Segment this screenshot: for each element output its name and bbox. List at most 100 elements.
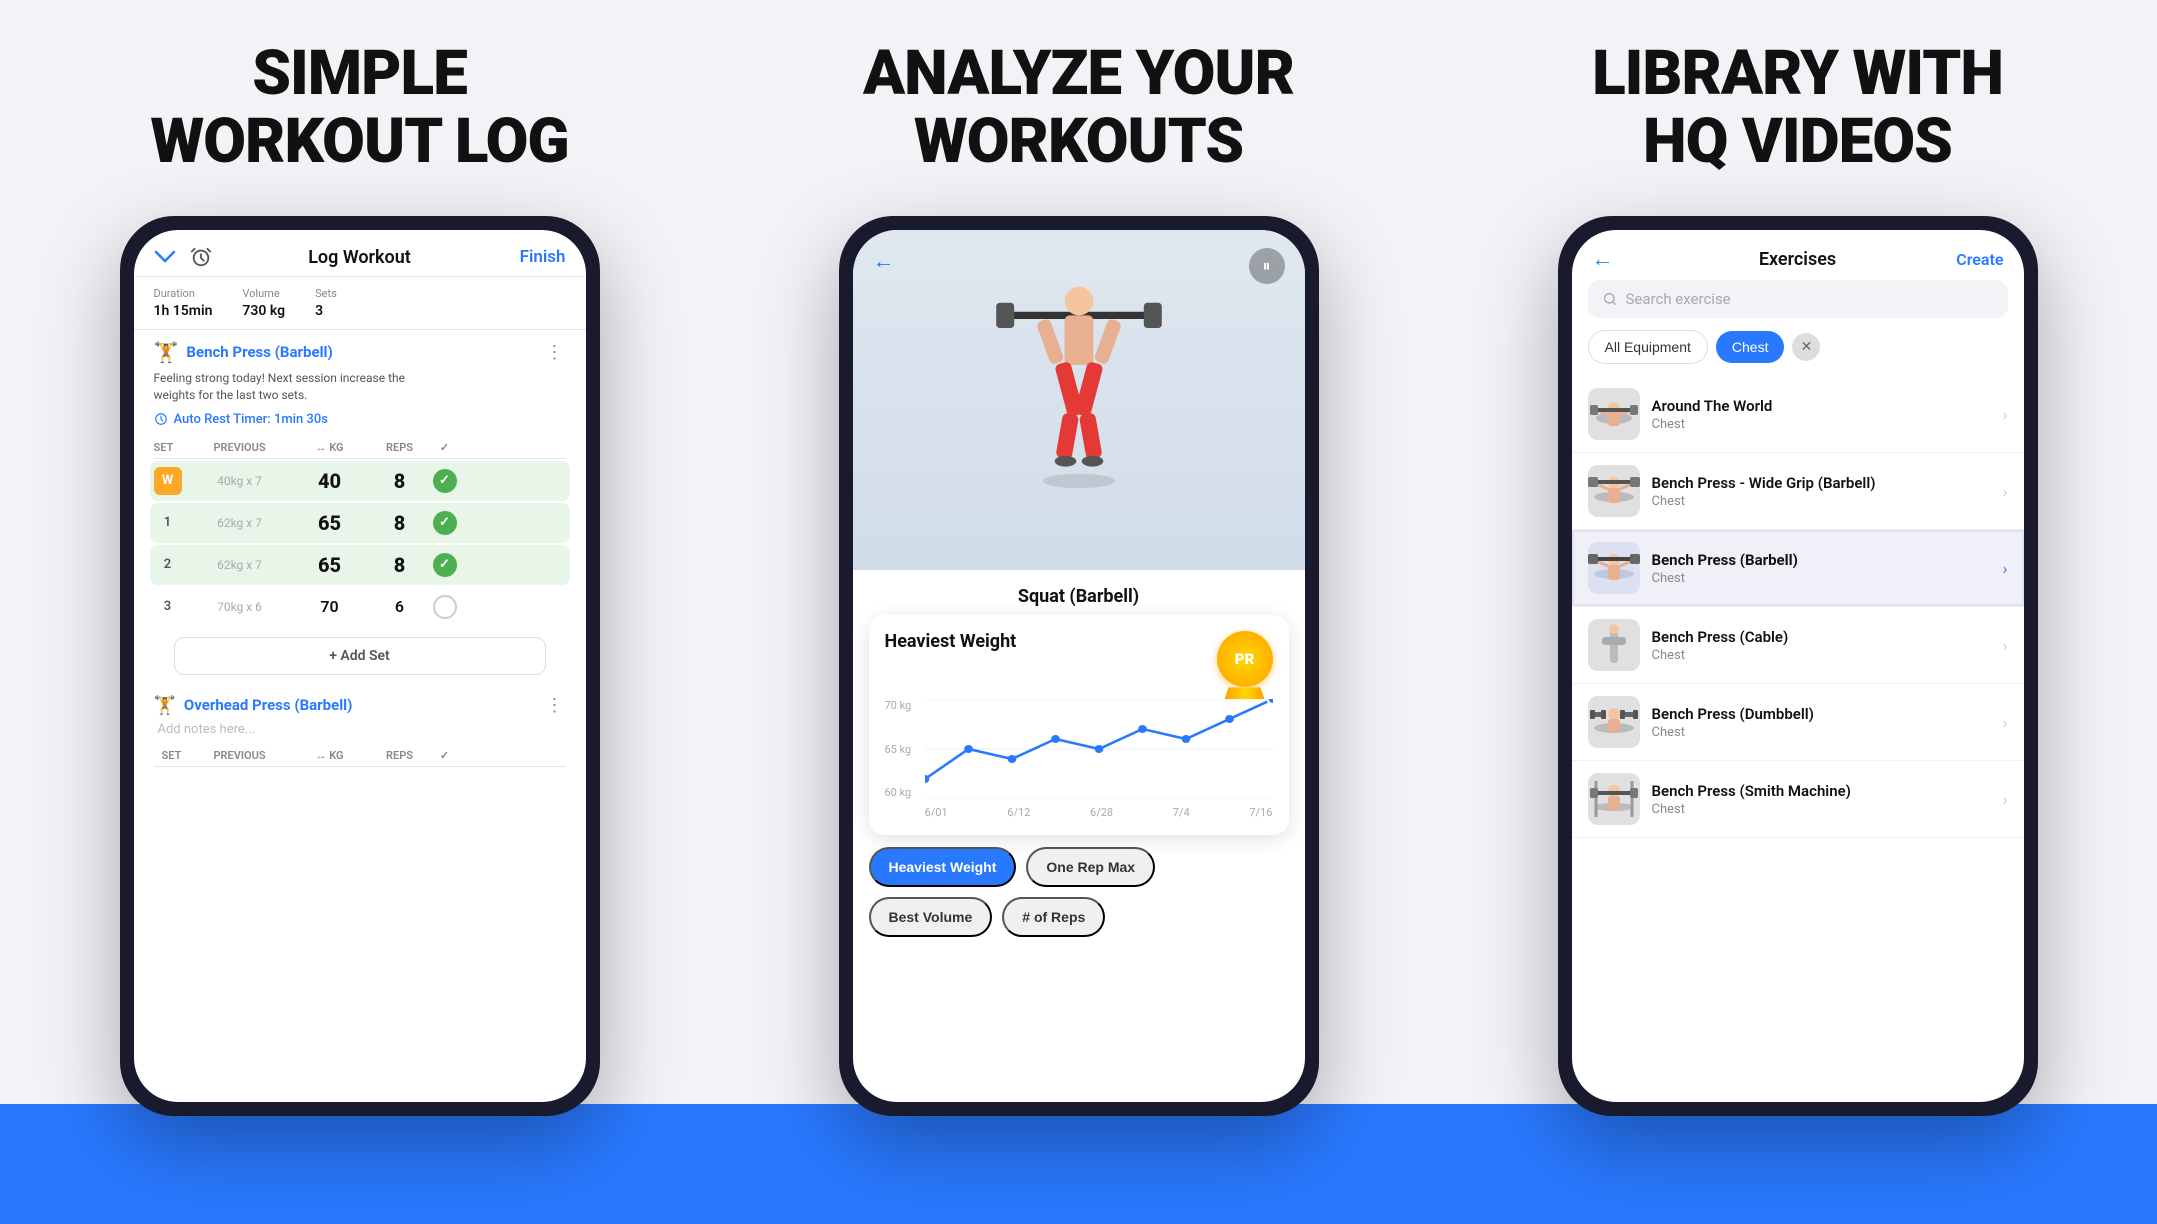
set-label-w: W — [154, 467, 182, 495]
metric-btn-reps[interactable]: # of Reps — [1002, 897, 1105, 937]
exercise2-menu-icon[interactable]: ⋮ — [546, 695, 566, 716]
set-check-w[interactable] — [433, 469, 457, 493]
set-check-1[interactable] — [433, 511, 457, 535]
set-kg-1[interactable]: 65 — [290, 511, 370, 535]
panel1-title: SIMPLEWORKOUT LOG — [150, 40, 568, 176]
filter-all-equipment[interactable]: All Equipment — [1588, 330, 1708, 364]
set-label-3: 3 — [154, 593, 182, 621]
chart-svg-area — [925, 699, 1273, 799]
exercise-around-world-title: Around The World — [1652, 397, 2003, 415]
sets-value: 3 — [315, 303, 323, 319]
set-prev-3: 70kg x 6 — [190, 600, 290, 614]
phone-frame-2: ← ⏸ — [839, 216, 1319, 1116]
analyze-back-arrow[interactable]: ← — [873, 248, 895, 274]
list-item[interactable]: Bench Press (Cable) Chest › — [1572, 607, 2024, 684]
rest-timer-text: Auto Rest Timer: 1min 30s — [174, 412, 328, 427]
bench-dumbbell-thumb — [1588, 696, 1640, 748]
list-item[interactable]: Bench Press (Dumbbell) Chest › — [1572, 684, 2024, 761]
exercise-info-bench-barbell: Bench Press (Barbell) Chest — [1652, 551, 2003, 586]
exercise-bench-dumbbell-title: Bench Press (Dumbbell) — [1652, 705, 2003, 723]
metric-buttons: Heaviest Weight One Rep Max Best Volume … — [853, 835, 1305, 949]
panel3-title: LIBRARY WITHHQ VIDEOS — [1592, 40, 2003, 176]
chart-y-labels: 70 kg 65 kg 60 kg — [885, 699, 912, 799]
search-placeholder: Search exercise — [1626, 290, 1731, 308]
col-prev-label: PREVIOUS — [190, 441, 290, 454]
y-label-60: 60 kg — [885, 786, 912, 799]
pr-label: PR — [1235, 650, 1255, 668]
alarm-icon[interactable] — [190, 246, 212, 268]
chart-area: 70 kg 65 kg 60 kg — [885, 699, 1273, 819]
set-kg-2[interactable]: 65 — [290, 553, 370, 577]
metric-btn-bestvolume[interactable]: Best Volume — [869, 897, 993, 937]
exercise2-note-placeholder[interactable]: Add notes here... — [154, 722, 566, 737]
search-icon — [1602, 291, 1618, 307]
chevron-down-icon[interactable] — [154, 250, 176, 264]
log-workout-title: Log Workout — [308, 247, 411, 268]
filter-row: All Equipment Chest ✕ — [1572, 330, 2024, 376]
log-header: Log Workout Finish — [134, 230, 586, 277]
exercise-thumb-bench-smith — [1588, 773, 1640, 825]
phone-screen-2: ← ⏸ — [853, 230, 1305, 1102]
set-row-w: W 40kg x 7 40 8 — [150, 461, 570, 501]
list-item[interactable]: Bench Press - Wide Grip (Barbell) Chest … — [1572, 453, 2024, 530]
x-label-601: 6/01 — [925, 806, 948, 819]
set-reps-3[interactable]: 6 — [370, 597, 430, 616]
col-kg-label: ↔ KG — [290, 441, 370, 454]
exercise2-title[interactable]: Overhead Press (Barbell) — [184, 696, 352, 714]
chevron-right-icon: › — [2003, 405, 2008, 424]
exercise1-menu-icon[interactable]: ⋮ — [546, 342, 566, 363]
volume-value: 730 kg — [242, 303, 285, 319]
set-check-2[interactable] — [433, 553, 457, 577]
chevron-right-icon: › — [2003, 636, 2008, 655]
pause-button[interactable]: ⏸ — [1249, 248, 1285, 284]
search-bar[interactable]: Search exercise — [1588, 280, 2008, 318]
finish-button[interactable]: Finish — [520, 247, 566, 267]
library-back-arrow[interactable]: ← — [1592, 246, 1614, 272]
set-check-3[interactable] — [433, 595, 457, 619]
exercise-bench-cable-sub: Chest — [1652, 648, 2003, 663]
chevron-right-icon: › — [2003, 790, 2008, 809]
exercise1-name-left: 🏋️ Bench Press (Barbell) — [154, 340, 333, 364]
set-kg-w[interactable]: 40 — [290, 469, 370, 493]
set-kg-3[interactable]: 70 — [290, 597, 370, 616]
chevron-right-icon: › — [2003, 713, 2008, 732]
exercise1-section: 🏋️ Bench Press (Barbell) ⋮ Feeling stron… — [134, 330, 586, 685]
list-item[interactable]: Around The World Chest › — [1572, 376, 2024, 453]
chevron-right-icon: › — [2003, 482, 2008, 501]
exercise-info-bench-wide: Bench Press - Wide Grip (Barbell) Chest — [1652, 474, 2003, 509]
metric-btn-onerepmax[interactable]: One Rep Max — [1026, 847, 1155, 887]
overhead-press-icon: 🏋️ — [154, 695, 176, 716]
chart-header: Heaviest Weight PR — [885, 631, 1273, 687]
exercise-info-around-world: Around The World Chest — [1652, 397, 2003, 432]
filter-close-button[interactable]: ✕ — [1792, 333, 1820, 361]
volume-label: Volume — [242, 287, 285, 300]
library-header: ← Exercises Create — [1572, 230, 2024, 280]
exercise2-name-left: 🏋️ Overhead Press (Barbell) — [154, 695, 353, 716]
y-label-70: 70 kg — [885, 699, 912, 712]
add-set-button[interactable]: + Add Set — [174, 637, 546, 675]
list-item[interactable]: Bench Press (Barbell) Chest › — [1572, 530, 2024, 607]
log-stats: Duration 1h 15min Volume 730 kg Sets 3 — [134, 277, 586, 330]
exercise2-section: 🏋️ Overhead Press (Barbell) ⋮ Add notes … — [134, 685, 586, 767]
phone-frame-1: Log Workout Finish Duration 1h 15min Vol… — [120, 216, 600, 1116]
blue-bar-2 — [719, 1104, 1438, 1224]
chart-x-labels: 6/01 6/12 6/28 7/4 7/16 — [925, 806, 1273, 819]
list-item[interactable]: Bench Press (Smith Machine) Chest › — [1572, 761, 2024, 838]
bench-cable-thumb — [1588, 619, 1640, 671]
filter-chest[interactable]: Chest — [1716, 331, 1785, 363]
chart-title: Heaviest Weight — [885, 631, 1017, 652]
exercise-bench-wide-title: Bench Press - Wide Grip (Barbell) — [1652, 474, 2003, 492]
analyze-exercise-area: ← ⏸ — [853, 230, 1305, 570]
exercise-thumb-bench-barbell — [1588, 542, 1640, 594]
set-reps-w[interactable]: 8 — [370, 469, 430, 493]
exercise1-title[interactable]: Bench Press (Barbell) — [186, 343, 332, 361]
exercise-figure-svg — [989, 250, 1169, 550]
exercise-thumb-around-world — [1588, 388, 1640, 440]
create-button[interactable]: Create — [1956, 250, 2003, 269]
metric-btn-heaviest[interactable]: Heaviest Weight — [869, 847, 1017, 887]
set-reps-2[interactable]: 8 — [370, 553, 430, 577]
e2-col-check: ✓ — [430, 749, 460, 762]
bench-wide-thumb — [1588, 465, 1640, 517]
set-reps-1[interactable]: 8 — [370, 511, 430, 535]
exercise1-note: Feeling strong today! Next session incre… — [154, 370, 566, 404]
